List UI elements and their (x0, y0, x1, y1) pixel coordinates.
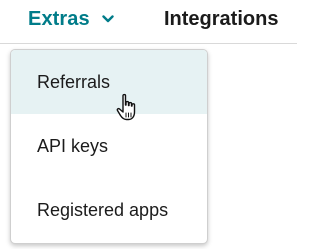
menu-item-api-keys[interactable]: API keys (11, 114, 207, 178)
page: Extras Integrations Referrals API keys R… (0, 0, 297, 249)
menu-item-registered-apps[interactable]: Registered apps (11, 178, 207, 242)
hand-pointer-icon (116, 93, 136, 121)
nav-divider (0, 43, 297, 44)
chevron-down-icon (102, 15, 114, 23)
extras-dropdown-menu: Referrals API keys Registered apps (10, 49, 208, 244)
integrations-nav-link[interactable]: Integrations (164, 6, 278, 32)
top-navigation: Extras Integrations (0, 0, 297, 43)
extras-menu-button[interactable]: Extras (28, 6, 114, 32)
extras-menu-label: Extras (28, 7, 90, 30)
menu-item-referrals[interactable]: Referrals (11, 50, 207, 114)
